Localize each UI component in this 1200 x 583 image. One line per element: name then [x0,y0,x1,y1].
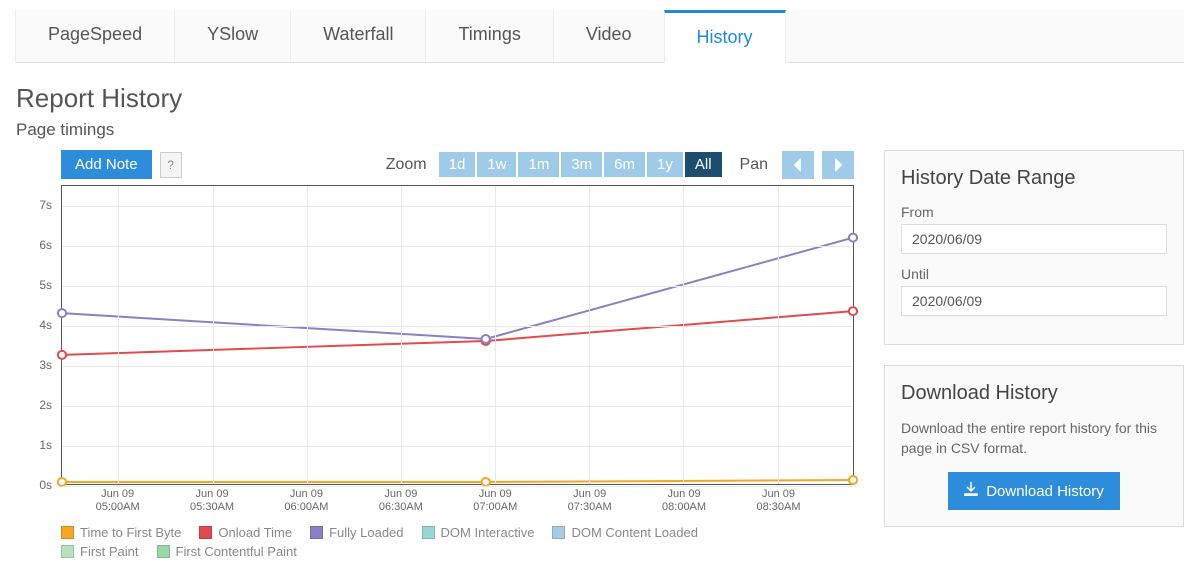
y-tick: 3s [39,358,52,372]
download-history-button[interactable]: Download History [948,472,1120,510]
legend-item[interactable]: First Contentful Paint [157,544,297,559]
tab-history[interactable]: History [664,10,786,63]
tab-video[interactable]: Video [553,10,665,62]
x-tick: Jun 0906:00AM [284,485,328,514]
zoom-all[interactable]: All [685,152,722,177]
pan-label: Pan [740,156,768,174]
add-note-button[interactable]: Add Note [61,150,152,179]
legend-item[interactable]: DOM Interactive [422,525,535,540]
legend-item[interactable]: Fully Loaded [310,525,403,540]
chart-legend: Time to First Byte Onload Time Fully Loade… [61,525,854,559]
y-tick: 1s [39,438,52,452]
y-tick: 5s [39,278,52,292]
x-tick: Jun 0905:00AM [96,485,140,514]
legend-item[interactable]: First Paint [61,544,139,559]
pan-left-button[interactable] [782,151,814,179]
zoom-3m[interactable]: 3m [561,152,602,177]
date-range-title: History Date Range [901,167,1167,190]
x-tick: Jun 0907:30AM [568,485,612,514]
from-input[interactable] [901,224,1167,254]
until-input[interactable] [901,286,1167,316]
x-tick: Jun 0907:00AM [473,485,517,514]
x-tick: Jun 0906:30AM [379,485,423,514]
help-button[interactable]: ? [160,152,182,178]
zoom-1m[interactable]: 1m [518,152,559,177]
download-icon [964,482,978,500]
y-tick: 2s [39,398,52,412]
x-tick: Jun 0908:00AM [662,485,706,514]
until-label: Until [901,266,1167,282]
download-panel: Download History Download the entire rep… [884,365,1184,527]
download-desc: Download the entire report history for t… [901,419,1167,458]
page-title: Report History [16,83,1184,114]
x-tick: Jun 0908:30AM [756,485,800,514]
legend-item[interactable]: DOM Content Loaded [552,525,697,540]
date-range-panel: History Date Range From Until [884,150,1184,345]
tab-timings[interactable]: Timings [425,10,553,62]
zoom-1w[interactable]: 1w [477,152,516,177]
legend-item[interactable]: Time to First Byte [61,525,181,540]
tab-waterfall[interactable]: Waterfall [290,10,426,62]
y-tick: 6s [39,238,52,252]
zoom-1y[interactable]: 1y [647,152,683,177]
tab-pagespeed[interactable]: PageSpeed [15,10,175,62]
zoom-label: Zoom [386,156,427,174]
chart-area[interactable] [61,185,854,485]
pan-right-button[interactable] [822,151,854,179]
legend-item[interactable]: Onload Time [199,525,292,540]
y-tick: 7s [39,198,52,212]
x-tick: Jun 0905:30AM [190,485,234,514]
zoom-6m[interactable]: 6m [604,152,645,177]
download-title: Download History [901,382,1167,405]
tab-yslow[interactable]: YSlow [174,10,291,62]
from-label: From [901,204,1167,220]
zoom-1d[interactable]: 1d [439,152,476,177]
y-tick: 0s [39,478,52,492]
page-subtitle: Page timings [16,120,1184,140]
y-tick: 4s [39,318,52,332]
